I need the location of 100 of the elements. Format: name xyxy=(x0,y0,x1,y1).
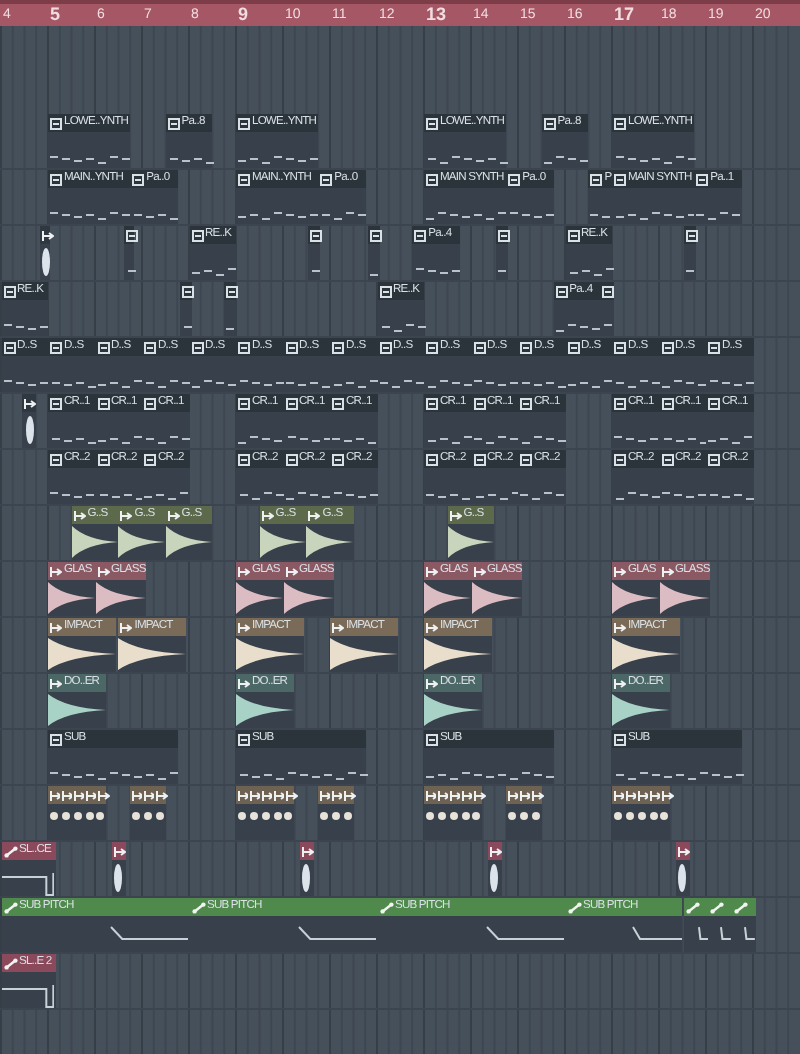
pattern-icon xyxy=(614,173,626,185)
audio-icon xyxy=(449,509,462,521)
automation-clip[interactable] xyxy=(684,898,709,952)
audio-icon xyxy=(332,621,344,633)
pattern-icon xyxy=(238,341,250,353)
pattern-icon xyxy=(285,341,297,353)
pattern-icon xyxy=(238,453,250,465)
pattern-icon xyxy=(50,453,62,465)
pattern-icon xyxy=(614,453,626,465)
audio-clip[interactable] xyxy=(299,842,314,896)
pattern-icon xyxy=(414,229,427,241)
pattern-icon xyxy=(590,173,603,185)
note-marks-drawing xyxy=(334,492,378,500)
pattern-icon xyxy=(661,453,673,465)
audio-icon xyxy=(308,509,321,521)
note-marks-drawing xyxy=(686,268,695,276)
pattern-icon xyxy=(426,117,438,129)
pattern-icon xyxy=(191,229,203,241)
audio-clip[interactable] xyxy=(283,786,295,840)
pattern-icon xyxy=(191,341,203,353)
pattern-icon xyxy=(50,117,62,129)
pattern-icon xyxy=(508,173,521,185)
pattern-icon xyxy=(3,341,15,353)
automation-curve-drawing xyxy=(1,871,54,895)
note-marks-drawing xyxy=(616,772,744,780)
waveform-drawing xyxy=(283,582,335,614)
note-marks-drawing xyxy=(522,436,566,444)
pattern-icon xyxy=(614,397,626,409)
audio-clip[interactable] xyxy=(487,842,502,896)
pattern-icon xyxy=(426,733,438,745)
audio-clip[interactable] xyxy=(22,394,37,448)
audio-icon xyxy=(50,677,62,689)
pattern-clip[interactable] xyxy=(224,282,236,336)
audio-clip[interactable] xyxy=(130,786,142,840)
pattern-icon xyxy=(661,341,673,353)
note-marks-drawing xyxy=(50,156,130,164)
note-marks-drawing xyxy=(3,380,47,388)
note-marks-drawing xyxy=(590,212,611,220)
pattern-icon xyxy=(238,173,250,185)
note-marks-drawing xyxy=(146,436,190,444)
audio-clip[interactable] xyxy=(111,842,126,896)
pattern-icon xyxy=(144,453,156,465)
note-marks-drawing xyxy=(604,324,613,332)
pattern-icon xyxy=(473,397,485,409)
audio-icon xyxy=(426,565,438,577)
pattern-icon xyxy=(50,173,62,185)
audio-icon xyxy=(473,565,485,577)
pattern-clip[interactable] xyxy=(123,226,135,280)
pattern-icon xyxy=(379,285,391,297)
audio-icon xyxy=(614,677,626,689)
pattern-icon xyxy=(332,341,344,353)
audio-clip[interactable] xyxy=(659,786,671,840)
audio-clip[interactable] xyxy=(95,786,107,840)
pattern-icon xyxy=(555,285,568,297)
note-marks-drawing xyxy=(322,212,367,220)
pattern-icon xyxy=(379,341,391,353)
automation-curve-drawing xyxy=(485,925,565,939)
waveform-drawing xyxy=(165,526,213,558)
pattern-clip[interactable] xyxy=(684,226,697,280)
audio-clip[interactable] xyxy=(40,226,51,280)
automation-icon xyxy=(710,901,725,913)
pattern-icon xyxy=(708,453,720,465)
pattern-icon xyxy=(520,341,532,353)
automation-icon xyxy=(379,901,393,913)
pattern-icon xyxy=(97,397,109,409)
automation-clip[interactable] xyxy=(731,898,756,952)
pattern-clip[interactable] xyxy=(367,226,380,280)
audio-clip[interactable] xyxy=(318,786,330,840)
pattern-icon xyxy=(50,341,62,353)
pattern-icon xyxy=(696,173,709,185)
pattern-clip[interactable] xyxy=(600,282,615,336)
audio-icon xyxy=(285,565,297,577)
pattern-clip[interactable] xyxy=(496,226,509,280)
pattern-icon xyxy=(426,341,438,353)
waveform-drawing xyxy=(678,864,687,892)
pattern-icon xyxy=(614,733,626,745)
audio-icon xyxy=(238,565,250,577)
pattern-clip[interactable] xyxy=(308,226,321,280)
bar-number: 13 xyxy=(426,4,447,26)
pattern-icon xyxy=(567,341,579,353)
waveform-drawing xyxy=(114,864,123,892)
audio-clip[interactable] xyxy=(506,786,518,840)
automation-icon xyxy=(3,901,17,913)
bar-number: 9 xyxy=(238,4,249,26)
automation-icon xyxy=(191,901,205,913)
pattern-icon xyxy=(332,397,344,409)
pattern-clip[interactable] xyxy=(179,282,192,336)
waveform-drawing xyxy=(447,526,495,558)
pattern-icon xyxy=(426,173,438,185)
audio-icon xyxy=(50,565,62,577)
pattern-icon xyxy=(567,229,579,241)
waveform-drawing xyxy=(490,864,499,892)
pattern-icon xyxy=(426,397,438,409)
pattern-icon xyxy=(132,173,145,185)
audio-icon xyxy=(614,565,626,577)
audio-clip[interactable] xyxy=(471,786,483,840)
pattern-icon xyxy=(97,453,109,465)
note-marks-drawing xyxy=(240,772,368,780)
audio-clip[interactable] xyxy=(675,842,690,896)
audio-icon xyxy=(42,229,55,241)
